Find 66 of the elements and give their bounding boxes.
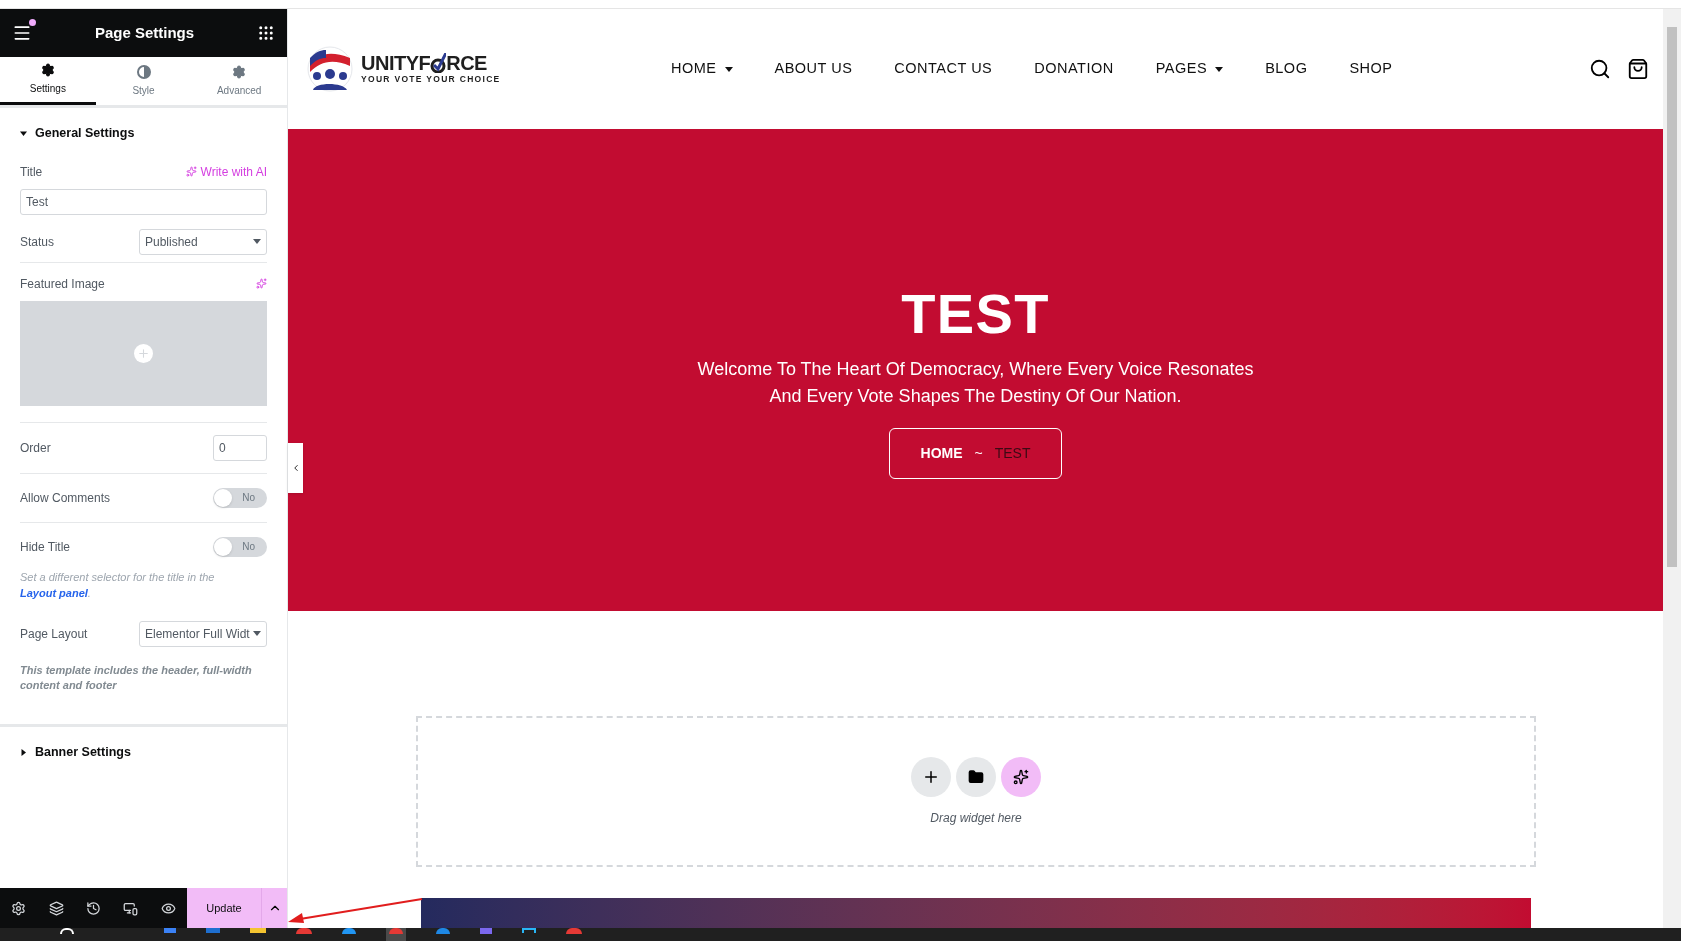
brand-name: UNITYF RCE (361, 52, 488, 73)
caret-icon (20, 129, 27, 137)
panel-tab[interactable]: Settings (0, 57, 96, 105)
layers-icon[interactable] (48, 900, 64, 916)
caret-icon (253, 631, 261, 637)
nav-link[interactable]: PAGES (1155, 58, 1224, 80)
nav-link[interactable]: ABOUT US (774, 58, 853, 80)
apps-grid-icon[interactable] (257, 24, 275, 42)
field-label: Hide Title (20, 538, 71, 556)
hero-title: TEST (901, 280, 1050, 347)
breadcrumb-separator: ~ (974, 443, 983, 463)
layout-panel-link[interactable]: Layout panel (20, 586, 88, 599)
sparkle-icon (185, 166, 197, 178)
brand-tagline: YOUR VOTE YOUR CHOICE (361, 72, 501, 86)
panel-title: Page Settings (94, 22, 195, 43)
panel-tab[interactable]: Style (95, 57, 192, 105)
drop-hint: Drag widget here (930, 809, 1022, 827)
history-icon[interactable] (85, 900, 101, 916)
nav-link[interactable]: DONATION (1034, 58, 1114, 80)
ai-button[interactable] (1001, 756, 1041, 797)
preview-icon[interactable] (160, 900, 176, 916)
collapse-panel-handle[interactable] (288, 443, 303, 493)
shopping-bag-icon[interactable] (1627, 58, 1649, 80)
gear-icon (40, 63, 55, 77)
sparkle-icon (1013, 768, 1029, 785)
hero-subtitle: Welcome To The Heart Of Democracy, Where Every Voice Resonates (697, 357, 1254, 381)
panel-tab[interactable]: Advanced (191, 57, 287, 105)
responsive-icon[interactable] (123, 900, 139, 916)
breadcrumb-current: TEST (994, 443, 1031, 463)
select-field[interactable]: Elementor Full Widt (139, 620, 267, 647)
nav-link[interactable]: HOME (671, 58, 733, 80)
add-section-button[interactable] (911, 756, 951, 797)
check-mark-icon (430, 52, 447, 73)
logo-icon[interactable] (307, 46, 353, 92)
caret-icon (253, 239, 261, 245)
field-label: Title (20, 163, 43, 181)
nav-link[interactable]: CONTACT US (894, 58, 993, 80)
taskbar-icon[interactable] (522, 928, 536, 933)
field-label: Featured Image (20, 275, 105, 293)
help-text: Set a different selector for the title in the Layout panel. (20, 569, 216, 601)
select-field[interactable]: Published (139, 228, 267, 255)
contrast-icon (136, 64, 151, 79)
field-label: Allow Comments (20, 489, 111, 507)
hero-subtitle: And Every Vote Shapes The Destiny Of Our Nation. (769, 384, 1182, 408)
add-icon (134, 343, 153, 363)
help-text: This template includes the header, full-width content and footer (20, 662, 253, 693)
settings-icon[interactable] (11, 900, 27, 916)
breadcrumb-home-link[interactable]: HOME (920, 442, 963, 464)
field-label: Order (20, 439, 51, 457)
field-label: Page Layout (20, 625, 88, 643)
scrollbar[interactable] (1663, 9, 1681, 928)
gear-icon (232, 64, 247, 79)
search-icon[interactable] (1589, 58, 1611, 80)
caret-icon (20, 748, 27, 756)
field-label: Status (20, 233, 55, 251)
order-input[interactable]: 0 (213, 434, 267, 461)
folder-icon (968, 768, 984, 785)
template-library-button[interactable] (956, 756, 996, 797)
title-input[interactable]: Test (20, 188, 267, 215)
ai-sparkle-icon[interactable] (256, 278, 267, 290)
nav-link[interactable]: BLOG (1265, 58, 1308, 80)
write-with-ai-link[interactable]: Write with AI (185, 162, 267, 181)
nav-link[interactable]: SHOP (1349, 58, 1393, 80)
update-button[interactable]: Update (187, 888, 262, 928)
section-header[interactable]: Banner Settings (0, 726, 287, 778)
section-header[interactable]: General Settings (0, 108, 287, 159)
